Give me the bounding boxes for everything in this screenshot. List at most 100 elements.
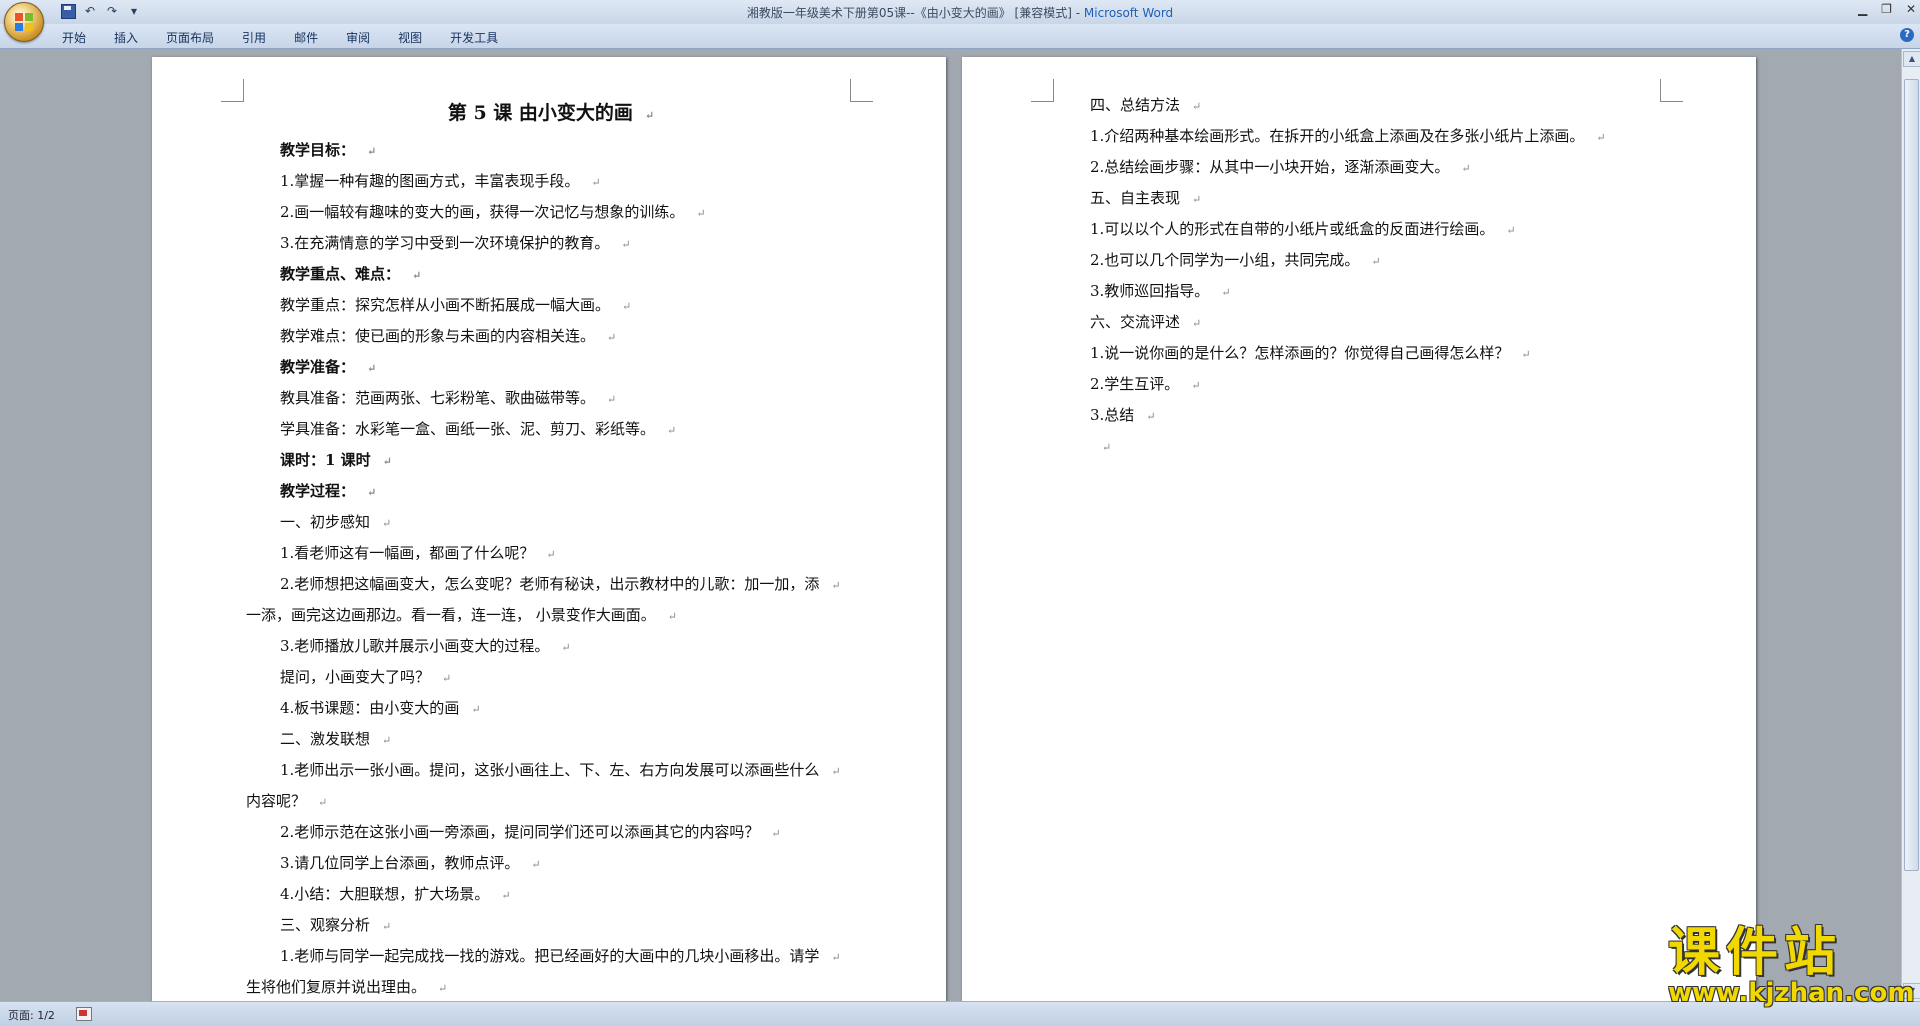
paragraph-mark-icon: ↵ (367, 145, 377, 158)
paragraph-line[interactable]: 三、观察分析 ↵ (246, 910, 856, 941)
paragraph-line[interactable]: 2.总结绘画步骤：从其中一小块开始，逐渐添画变大。 ↵ (1090, 152, 1690, 183)
paragraph-mark-icon: ↵ (501, 889, 511, 902)
paragraph-text: 3.在充满情意的学习中受到一次环境保护的教育。 (280, 234, 610, 252)
paragraph-line[interactable]: 教学难点：使已画的形象与未画的内容相关连。 ↵ (246, 321, 856, 352)
page1-lines: 教学目标： ↵ 1.掌握一种有趣的图画方式，丰富表现手段。 ↵ 2.画一幅较有趣味的变大… (246, 135, 856, 1001)
paragraph-line[interactable]: 3.请几位同学上台添画，教师点评。 ↵ (246, 848, 856, 879)
paragraph-text: 1.老师与同学一起完成找一找的游戏。把已经画好的大画中的几块小画移出。请学 (280, 947, 820, 965)
paragraph-line[interactable]: 1.老师与同学一起完成找一找的游戏。把已经画好的大画中的几块小画移出。请学 ↵ (246, 941, 856, 972)
paragraph-line[interactable]: 1.介绍两种基本绘画形式。在拆开的小纸盒上添画及在多张小纸片上添画。 ↵ (1090, 121, 1690, 152)
paragraph-text: 教具准备：范画两张、七彩粉笔、歌曲磁带等。 (280, 389, 596, 407)
minimize-icon[interactable]: ▁ (1858, 2, 1867, 16)
paragraph-line[interactable]: 2.也可以几个同学为一小组，共同完成。 ↵ (1090, 245, 1690, 276)
paragraph-line[interactable]: 3.在充满情意的学习中受到一次环境保护的教育。 ↵ (246, 228, 856, 259)
paragraph-line[interactable]: 1.老师出示一张小画。提问，这张小画往上、下、左、右方向发展可以添画些什么 ↵ (246, 755, 856, 786)
paragraph-line[interactable]: 教学过程： ↵ (246, 476, 856, 507)
tab-insert[interactable]: 插入 (100, 28, 152, 47)
tab-view[interactable]: 视图 (384, 28, 436, 47)
paragraph-line[interactable]: 课时：1 课时 ↵ (246, 445, 856, 476)
scroll-thumb[interactable] (1904, 79, 1919, 871)
paragraph-line[interactable]: 教学准备： ↵ (246, 352, 856, 383)
paragraph-text: 五、自主表现 (1090, 189, 1181, 207)
paragraph-text: 2.总结绘画步骤：从其中一小块开始，逐渐添画变大。 (1090, 158, 1450, 176)
paragraph-mark-icon: ↵ (382, 734, 392, 747)
paragraph-line[interactable]: 1.说一说你画的是什么？怎样添画的？你觉得自己画得怎么样？ ↵ (1090, 338, 1690, 369)
paragraph-line[interactable]: 教学重点、难点： ↵ (246, 259, 856, 290)
paragraph-line[interactable]: 4.小结：大胆联想，扩大场景。 ↵ (246, 879, 856, 910)
paragraph-text: 1.说一说你画的是什么？怎样添画的？你觉得自己画得怎么样？ (1090, 344, 1510, 362)
paragraph-mark-icon: ↵ (831, 579, 841, 592)
paragraph-text: 2.老师示范在这张小画一旁添画，提问同学们还可以添画其它的内容吗？ (280, 823, 760, 841)
tab-home[interactable]: 开始 (48, 28, 100, 47)
margin-corner-mark (221, 79, 244, 102)
paragraph-mark-icon: ↵ (442, 672, 452, 685)
paragraph-text: 2.也可以几个同学为一小组，共同完成。 (1090, 251, 1360, 269)
proofing-icon[interactable] (76, 1007, 92, 1021)
scroll-up-icon[interactable]: ▲ (1903, 51, 1920, 67)
paragraph-line[interactable]: 教学目标： ↵ (246, 135, 856, 166)
paragraph-text: 教学过程： (280, 482, 356, 500)
document-workspace[interactable]: 第 5 课 由小变大的画 ↵ 教学目标： ↵ 1.掌握一种有趣的图画方式，丰富表现手段… (0, 49, 1902, 1001)
paragraph-line[interactable]: 2.老师想把这幅画变大，怎么变呢？老师有秘诀，出示教材中的儿歌：加一加，添 ↵ (246, 569, 856, 600)
paragraph-text: 1.可以以个人的形式在自带的小纸片或纸盒的反面进行绘画。 (1090, 220, 1495, 238)
document-title: 湘教版一年级美术下册第05课--《由小变大的画》 [兼容模式] - (746, 6, 1084, 20)
paragraph-line[interactable]: 2.画一幅较有趣味的变大的画，获得一次记忆与想象的训练。 ↵ (246, 197, 856, 228)
tab-references[interactable]: 引用 (228, 28, 280, 47)
paragraph-line[interactable]: 六、交流评述 ↵ (1090, 307, 1690, 338)
paragraph-line[interactable]: 1.可以以个人的形式在自带的小纸片或纸盒的反面进行绘画。 ↵ (1090, 214, 1690, 245)
paragraph-line[interactable]: 教学重点：探究怎样从小画不断拓展成一幅大画。 ↵ (246, 290, 856, 321)
paragraph-line[interactable]: ↵ (1090, 431, 1690, 462)
paragraph-line[interactable]: 4.板书课题：由小变大的画 ↵ (246, 693, 856, 724)
paragraph-mark-icon: ↵ (1192, 193, 1202, 206)
tab-review[interactable]: 审阅 (332, 28, 384, 47)
paragraph-line[interactable]: 3.老师播放儿歌并展示小画变大的过程。 ↵ (246, 631, 856, 662)
paragraph-mark-icon: ↵ (1506, 224, 1516, 237)
office-button[interactable] (4, 2, 44, 42)
paragraph-line[interactable]: 1.看老师这有一幅画，都画了什么呢？ ↵ (246, 538, 856, 569)
paragraph-line[interactable]: 2.学生互评。 ↵ (1090, 369, 1690, 400)
paragraph-line[interactable]: 生将他们复原并说出理由。 ↵ (246, 972, 856, 1001)
page1-body[interactable]: 第 5 课 由小变大的画 ↵ 教学目标： ↵ 1.掌握一种有趣的图画方式，丰富表现手段… (246, 91, 856, 1001)
tab-page-layout[interactable]: 页面布局 (152, 28, 228, 47)
watermark-cn: 课件站 (1668, 923, 1843, 983)
close-icon[interactable]: ✕ (1906, 2, 1916, 16)
tab-mailings[interactable]: 邮件 (280, 28, 332, 47)
paragraph-mark-icon: ↵ (1521, 348, 1531, 361)
page2-body[interactable]: 四、总结方法 ↵ 1.介绍两种基本绘画形式。在拆开的小纸盒上添画及在多张小纸片上添画… (1090, 90, 1690, 462)
paragraph-line[interactable]: 3.教师巡回指导。 ↵ (1090, 276, 1690, 307)
paragraph-line[interactable]: 一添，画完这边画那边。看一看，连一连， 小景变作大画面。 ↵ (246, 600, 856, 631)
paragraph-line[interactable]: 3.总结 ↵ (1090, 400, 1690, 431)
tab-developer[interactable]: 开发工具 (436, 28, 512, 47)
paragraph-line[interactable]: 五、自主表现 ↵ (1090, 183, 1690, 214)
paragraph-text: 3.总结 (1090, 406, 1135, 424)
vertical-scrollbar[interactable]: ▲ ▼ (1901, 49, 1920, 1001)
paragraph-mark-icon: ↵ (591, 176, 601, 189)
paragraph-mark-icon: ↵ (1192, 317, 1202, 330)
document-page-2[interactable]: 四、总结方法 ↵ 1.介绍两种基本绘画形式。在拆开的小纸盒上添画及在多张小纸片上添画… (962, 57, 1756, 1001)
paragraph-text: 课时：1 课时 (280, 451, 371, 469)
paragraph-mark-icon: ↵ (1461, 162, 1471, 175)
paragraph-text: 教学准备： (280, 358, 356, 376)
heading-text: 第 5 课 由小变大的画 (447, 102, 633, 124)
paragraph-mark-icon: ↵ (696, 207, 706, 220)
paragraph-mark-icon: ↵ (471, 703, 481, 716)
paragraph-mark-icon: ↵ (644, 109, 655, 122)
paragraph-mark-icon: ↵ (1146, 410, 1156, 423)
page-count[interactable]: 页面: 1/2 (8, 1007, 55, 1023)
watermark-url: www.kjzhan.com (1668, 978, 1915, 1008)
paragraph-text: 3.教师巡回指导。 (1090, 282, 1210, 300)
paragraph-line[interactable]: 四、总结方法 ↵ (1090, 90, 1690, 121)
help-icon[interactable]: ? (1900, 28, 1914, 42)
paragraph-line[interactable]: 1.掌握一种有趣的图画方式，丰富表现手段。 ↵ (246, 166, 856, 197)
paragraph-line[interactable]: 学具准备：水彩笔一盒、画纸一张、泥、剪刀、彩纸等。 ↵ (246, 414, 856, 445)
document-page-1[interactable]: 第 5 课 由小变大的画 ↵ 教学目标： ↵ 1.掌握一种有趣的图画方式，丰富表现手段… (152, 57, 946, 1001)
paragraph-line[interactable]: 教具准备：范画两张、七彩粉笔、歌曲磁带等。 ↵ (246, 383, 856, 414)
paragraph-line[interactable]: 一、初步感知 ↵ (246, 507, 856, 538)
maximize-icon[interactable]: ❐ (1881, 2, 1892, 16)
paragraph-mark-icon: ↵ (831, 765, 841, 778)
paragraph-line[interactable]: 提问，小画变大了吗？ ↵ (246, 662, 856, 693)
paragraph-line[interactable]: 内容呢？ ↵ (246, 786, 856, 817)
paragraph-line[interactable]: 2.老师示范在这张小画一旁添画，提问同学们还可以添画其它的内容吗？ ↵ (246, 817, 856, 848)
paragraph-mark-icon: ↵ (622, 300, 632, 313)
paragraph-line[interactable]: 二、激发联想 ↵ (246, 724, 856, 755)
